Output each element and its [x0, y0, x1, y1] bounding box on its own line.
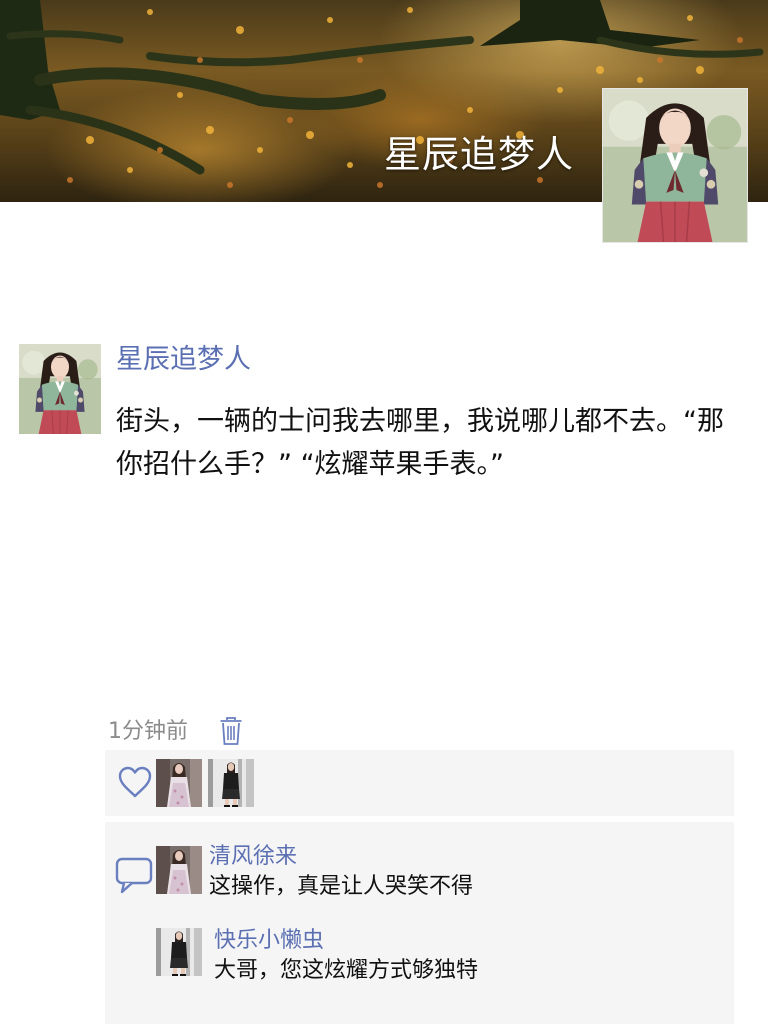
post-timestamp: 1分钟前 — [108, 719, 188, 744]
heart-icon[interactable] — [115, 762, 155, 802]
user-avatar-icon — [156, 759, 202, 807]
post-author-avatar[interactable] — [19, 344, 101, 434]
post-author-name[interactable]: 星辰追梦人 — [116, 340, 251, 380]
user-avatar-icon — [208, 759, 254, 807]
trash-icon[interactable] — [219, 716, 243, 746]
comments-panel: 清风徐来 这操作，真是让人哭笑不得 快乐小懒虫 大哥，您这炫耀方式够独特 — [105, 822, 734, 1024]
commenter-avatar-1[interactable] — [156, 846, 202, 894]
comment-text: 大哥，您这炫耀方式够独特 — [214, 958, 479, 983]
profile-avatar[interactable] — [602, 88, 748, 243]
post-content: 街头，一辆的士问我去哪里，我说哪儿都不去。“那你招什么手？” “炫耀苹果手表。” — [116, 406, 724, 480]
user-avatar-icon — [19, 344, 101, 434]
liker-avatar-1[interactable] — [156, 759, 202, 807]
user-avatar-icon — [156, 846, 202, 894]
comment-bubble-icon[interactable] — [111, 851, 159, 897]
moments-page: 星辰追梦人 星辰追梦人 街头，一辆的士问我去哪里，我说哪儿都不去。“那你招什么手… — [0, 0, 768, 1024]
user-avatar-icon — [603, 89, 747, 242]
likes-panel — [105, 750, 734, 816]
cover-title: 星辰追梦人 — [384, 133, 574, 176]
liker-avatar-2[interactable] — [208, 759, 254, 807]
comment-username[interactable]: 快乐小懒虫 — [214, 926, 324, 956]
comment-text: 这操作，真是让人哭笑不得 — [209, 874, 474, 899]
comment-username[interactable]: 清风徐来 — [209, 842, 297, 872]
commenter-avatar-2[interactable] — [156, 928, 202, 976]
user-avatar-icon — [156, 928, 202, 976]
